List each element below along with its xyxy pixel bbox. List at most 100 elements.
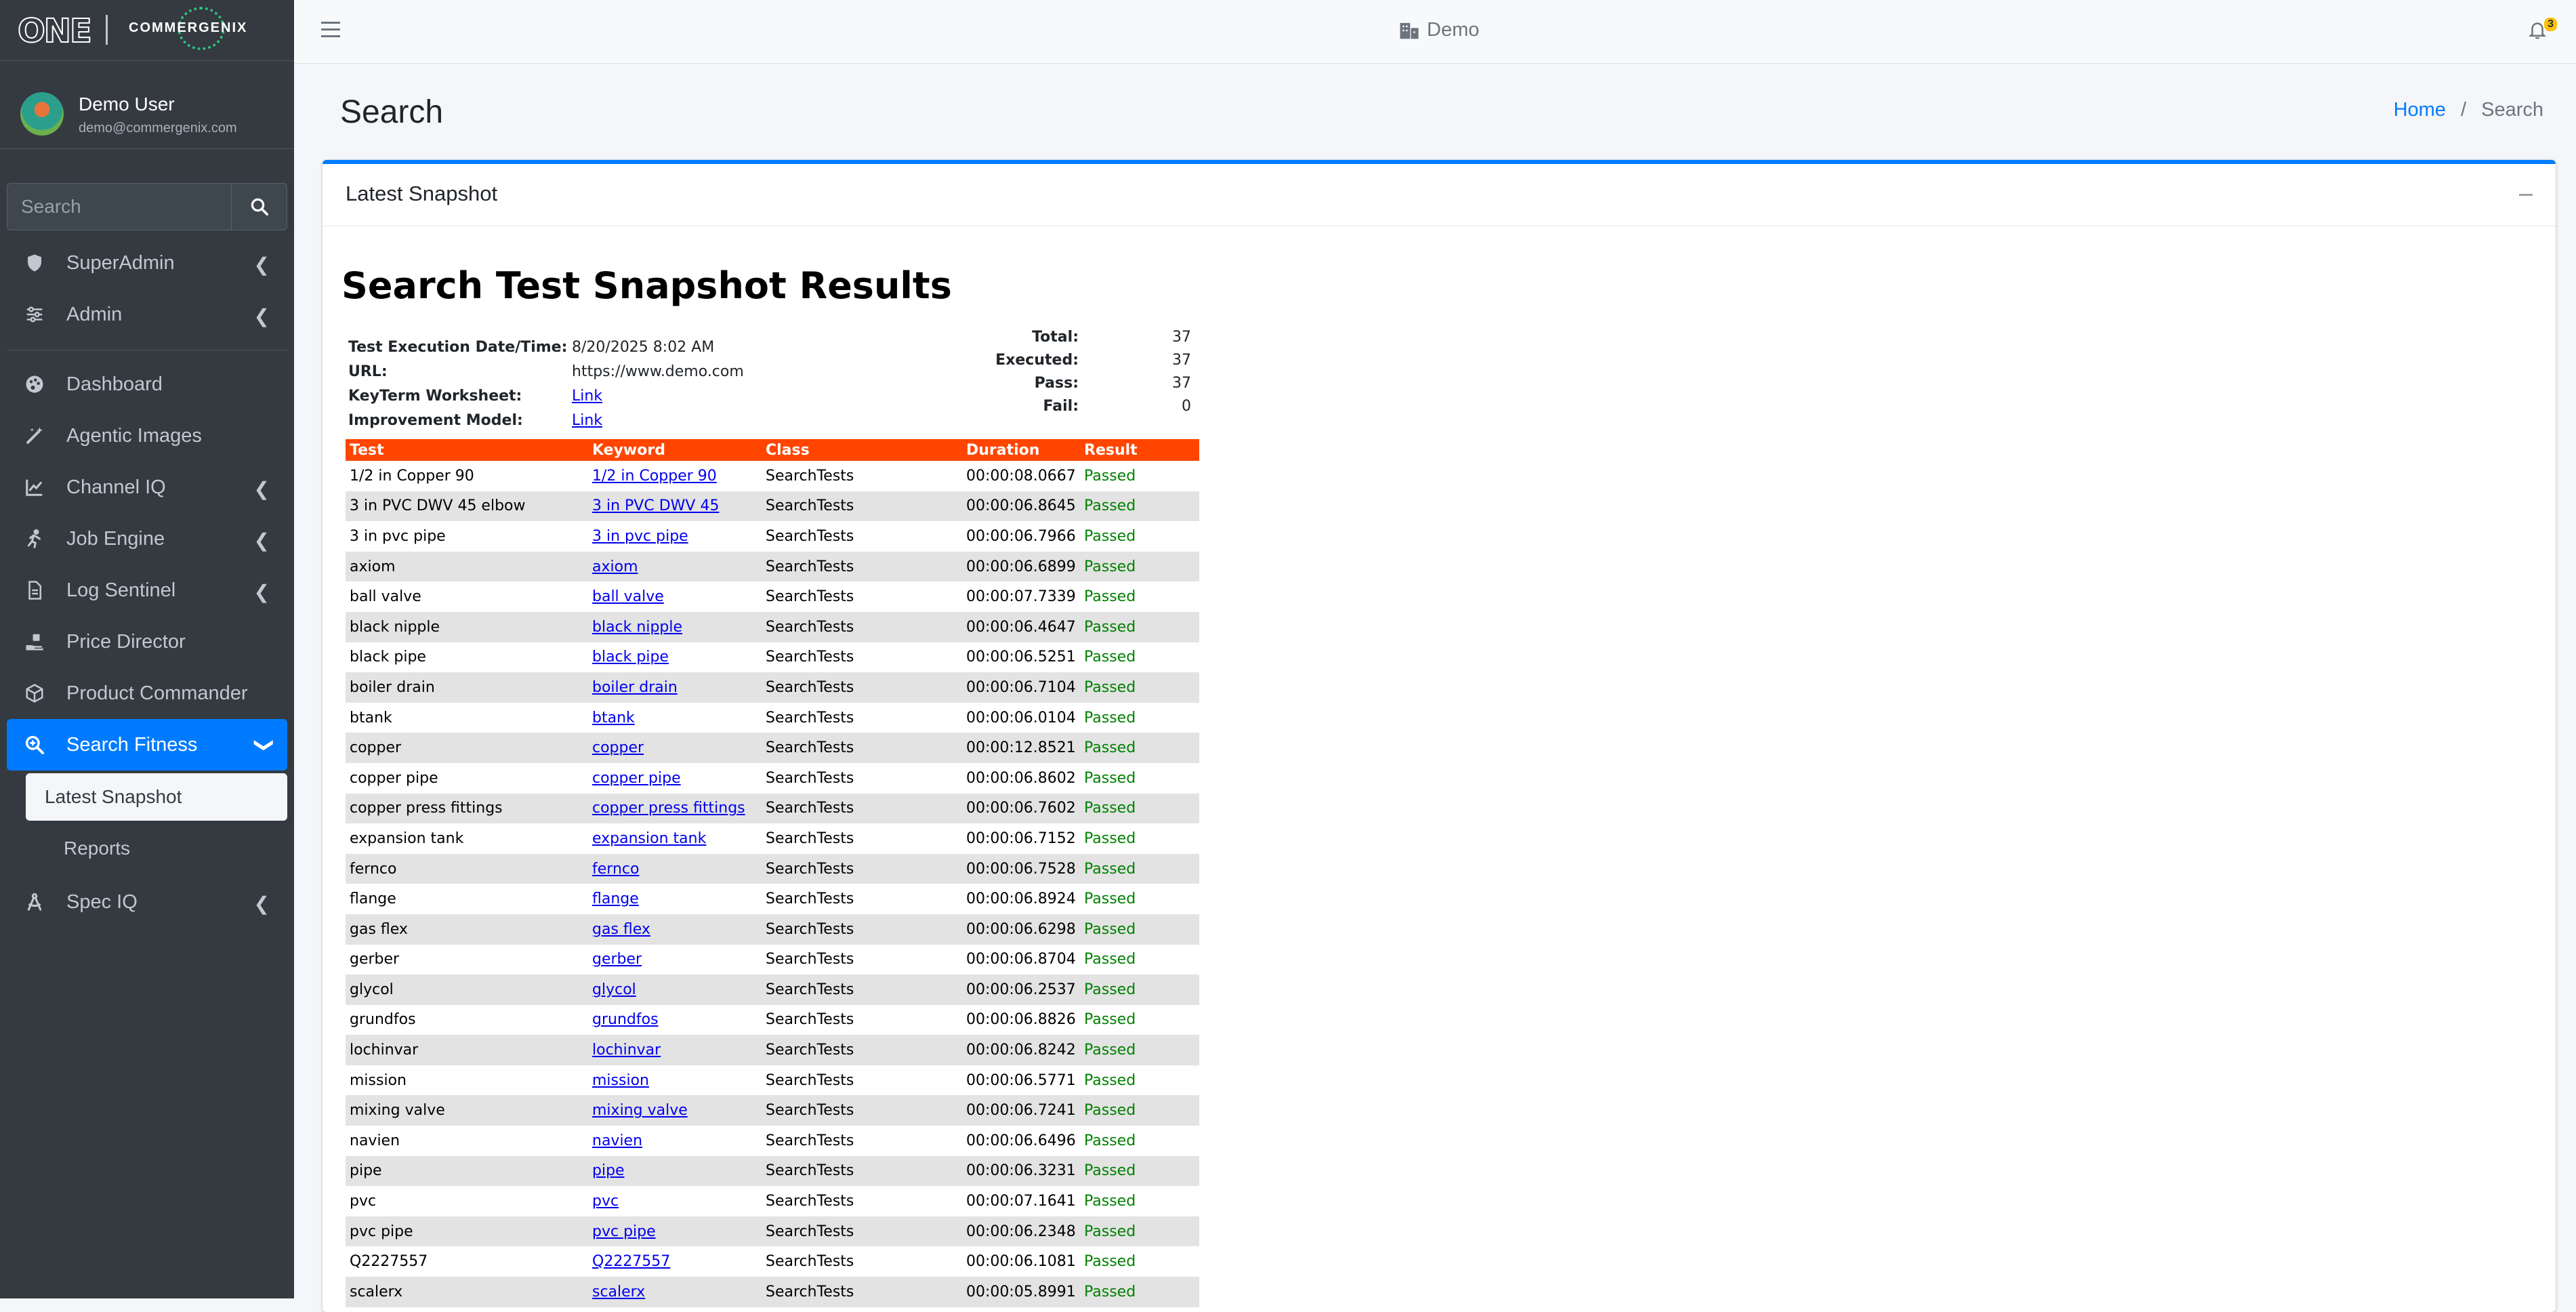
cell-keyword-link[interactable]: 3 in pvc pipe <box>592 528 688 545</box>
sidebar-item-admin[interactable]: Admin ❮ <box>7 289 287 340</box>
cell-keyword-link[interactable]: expansion tank <box>592 830 706 847</box>
cell-class: SearchTests <box>766 1253 854 1271</box>
table-row: glycol glycol SearchTests 00:00:06.2537 Pass… <box>346 975 1199 1005</box>
cell-keyword-link[interactable]: mixing valve <box>592 1102 688 1119</box>
cell-class: SearchTests <box>766 920 854 938</box>
pass-value: 37 <box>1172 374 1191 392</box>
cell-keyword-link[interactable]: btank <box>592 710 635 726</box>
sidebar-item-product-commander[interactable]: Product Commander <box>7 668 287 719</box>
cell-keyword-link[interactable]: fernco <box>592 861 639 878</box>
cell-test: copper pipe <box>350 769 438 787</box>
cell-keyword-link[interactable]: grundfos <box>592 1011 659 1028</box>
sidebar-item-agentic-images[interactable]: Agentic Images <box>7 410 287 462</box>
cell-keyword-link[interactable]: mission <box>592 1072 649 1089</box>
cell-class-cell: SearchTests <box>766 770 966 787</box>
collapse-icon[interactable] <box>2519 194 2533 196</box>
cell-keyword-link[interactable]: axiom <box>592 558 638 575</box>
totals-row: Executed: 37 <box>973 348 1191 371</box>
breadcrumb-home-link[interactable]: Home <box>2394 99 2446 121</box>
sidebar-item-job-engine[interactable]: Job Engine ❮ <box>7 513 287 565</box>
cell-keyword-link[interactable]: copper press fittings <box>592 800 745 817</box>
cell-result: Passed <box>1084 497 1136 515</box>
cell-result: Passed <box>1084 1071 1136 1089</box>
cell-keyword-link[interactable]: gerber <box>592 951 642 968</box>
one-logo: ONE <box>17 12 93 51</box>
improvement-model-link[interactable]: Link <box>572 412 602 429</box>
cell-keyword-link[interactable]: pvc <box>592 1193 619 1210</box>
cell-class-cell: SearchTests <box>766 1102 966 1119</box>
cell-result: Passed <box>1084 709 1136 726</box>
user-email: demo@commergenix.com <box>79 121 237 136</box>
cell-result-cell: Passed <box>1084 528 1192 545</box>
cell-duration-cell: 00:00:06.7104 <box>966 679 1084 696</box>
sidebar-subitem-latest-snapshot[interactable]: Latest Snapshot <box>26 773 287 821</box>
table-row: btank btank SearchTests 00:00:06.0104 Passed <box>346 702 1199 733</box>
user-name[interactable]: Demo User <box>79 94 175 115</box>
cell-keyword-link[interactable]: pvc pipe <box>592 1223 656 1240</box>
cell-class-cell: SearchTests <box>766 619 966 636</box>
cell-keyword-link[interactable]: lochinvar <box>592 1042 661 1059</box>
cell-test-cell: ball valve <box>346 588 592 605</box>
cell-keyword-link[interactable]: pipe <box>592 1162 625 1179</box>
sidebar-search-input[interactable] <box>7 183 232 230</box>
cell-keyword-link[interactable]: copper pipe <box>592 770 681 787</box>
cell-keyword-link[interactable]: ball valve <box>592 588 664 605</box>
cell-result: Passed <box>1084 1162 1136 1180</box>
cell-keyword-link[interactable]: glycol <box>592 981 636 998</box>
cell-class-cell: SearchTests <box>766 739 966 756</box>
cell-keyword-link[interactable]: gas flex <box>592 921 650 938</box>
sidebar-item-search-fitness[interactable]: Search Fitness ❮ <box>7 719 287 771</box>
sidebar-item-log-sentinel[interactable]: Log Sentinel ❮ <box>7 565 287 616</box>
cell-keyword-link[interactable]: 1/2 in Copper 90 <box>592 468 717 485</box>
cell-duration-cell: 00:00:06.8602 <box>966 770 1084 787</box>
cell-duration: 00:00:06.8826 <box>966 1011 1076 1029</box>
cell-class: SearchTests <box>766 1011 854 1029</box>
keyterm-worksheet-link[interactable]: Link <box>572 388 602 405</box>
sidebar-subitem-reports[interactable]: Reports <box>26 825 287 872</box>
table-row: 3 in PVC DWV 45 elbow 3 in PVC DWV 45 Sear… <box>346 491 1199 522</box>
brand-logo[interactable]: ONE COMMERGENIX <box>0 0 294 61</box>
cell-keyword-link-cell: scalerx <box>592 1284 766 1300</box>
cell-keyword-link[interactable]: flange <box>592 890 639 907</box>
cell-keyword-link[interactable]: boiler drain <box>592 679 678 696</box>
cell-duration-cell: 00:00:06.8826 <box>966 1011 1084 1028</box>
box-icon <box>23 682 46 705</box>
sidebar-item-label: Channel IQ <box>66 476 166 498</box>
cell-result-cell: Passed <box>1084 1193 1192 1210</box>
meta-row: KeyTerm Worksheet: Link <box>348 384 744 408</box>
table-row: mission mission SearchTests 00:00:06.5771 Pa… <box>346 1065 1199 1096</box>
sidebar-item-superadmin[interactable]: SuperAdmin ❮ <box>7 237 287 289</box>
cell-class-cell: SearchTests <box>766 890 966 907</box>
sidebar-item-label: Spec IQ <box>66 890 138 913</box>
cell-class: SearchTests <box>766 951 854 968</box>
cell-keyword-link[interactable]: navien <box>592 1132 642 1149</box>
sidebar-item-spec-iq[interactable]: Spec IQ ❮ <box>7 876 287 928</box>
cell-keyword-link[interactable]: black pipe <box>592 649 669 665</box>
cell-keyword-link-cell: 3 in PVC DWV 45 <box>592 497 766 514</box>
cell-duration: 00:00:06.5251 <box>966 649 1076 666</box>
cell-duration-cell: 00:00:06.3231 <box>966 1162 1084 1179</box>
sidebar-item-dashboard[interactable]: Dashboard <box>7 358 287 410</box>
report-title: Search Test Snapshot Results <box>341 264 952 307</box>
cell-keyword-link[interactable]: 3 in PVC DWV 45 <box>592 497 719 514</box>
cell-class-cell: SearchTests <box>766 710 966 726</box>
table-row: boiler drain boiler drain SearchTests 00:00… <box>346 672 1199 703</box>
menu-toggle-icon[interactable] <box>321 22 340 41</box>
snapshot-card: Latest Snapshot Search Test Snapshot Res… <box>323 160 2556 1312</box>
sidebar-item-price-director[interactable]: Price Director <box>7 616 287 668</box>
sidebar-search-button[interactable] <box>232 183 287 230</box>
avatar[interactable] <box>20 92 64 136</box>
cell-keyword-link[interactable]: scalerx <box>592 1284 645 1300</box>
table-row: pvc pipe pvc pipe SearchTests 00:00:06.2348… <box>346 1216 1199 1247</box>
cell-keyword-link[interactable]: black nipple <box>592 619 682 636</box>
cell-test-cell: copper pipe <box>346 770 592 787</box>
tenant-selector[interactable]: Demo <box>1398 19 1479 41</box>
cell-test-cell: scalerx <box>346 1284 592 1300</box>
notification-badge: 3 <box>2544 18 2557 31</box>
cell-keyword-link[interactable]: copper <box>592 739 644 756</box>
cell-keyword-link[interactable]: Q2227557 <box>592 1253 670 1270</box>
logo-divider <box>106 15 108 45</box>
sidebar-item-channel-iq[interactable]: Channel IQ ❮ <box>7 462 287 513</box>
column-header-result: Result <box>1084 441 1138 459</box>
table-row: navien navien SearchTests 00:00:06.6496 Pass… <box>346 1126 1199 1156</box>
